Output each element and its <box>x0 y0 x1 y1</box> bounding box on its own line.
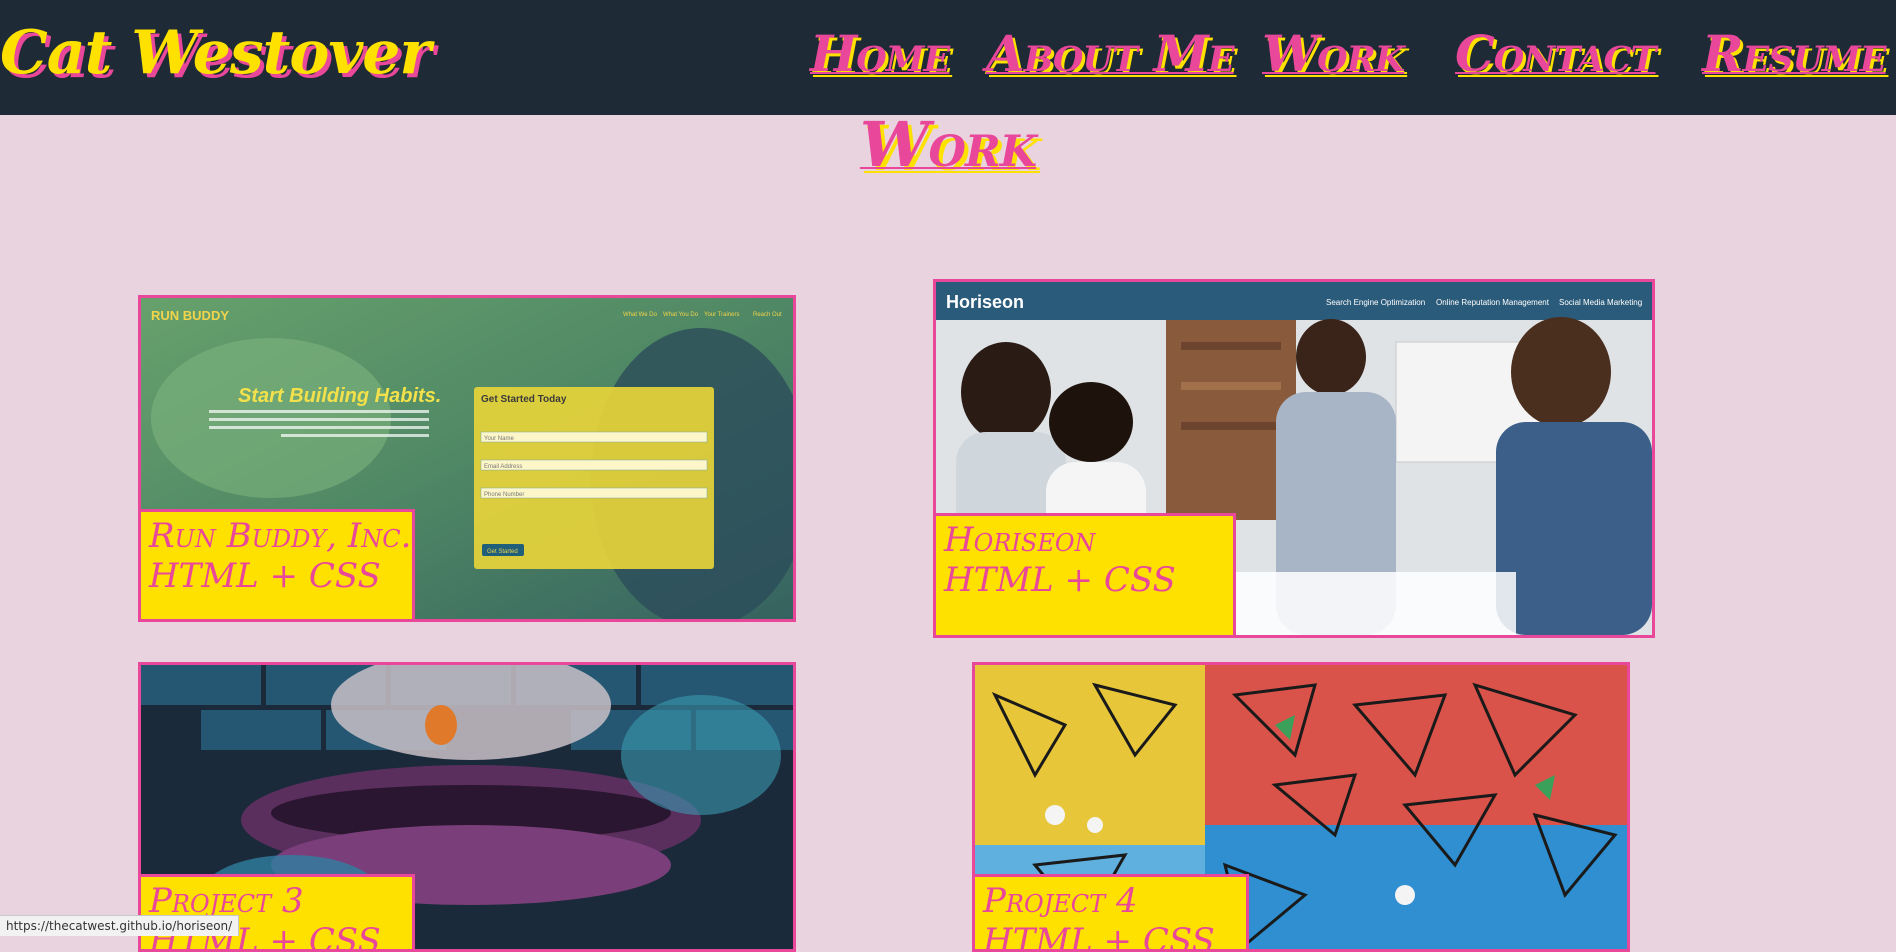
page-title: Work <box>859 108 1037 181</box>
run-buddy-logo: RUN BUDDY <box>151 308 229 323</box>
project-card-run-buddy[interactable]: RUN BUDDY What We Do What You Do Your Tr… <box>138 295 796 622</box>
project-tech: HTML + CSS <box>983 921 1215 952</box>
svg-text:What You Do: What You Do <box>663 312 699 318</box>
site-header: Cat Westover Home About Me Work Contact … <box>0 0 1896 115</box>
project-label: Project 3 HTML + CSS <box>141 874 415 949</box>
project-tech: HTML + CSS <box>944 560 1176 600</box>
project-label: Run Buddy, Inc. HTML + CSS <box>141 509 415 619</box>
main-nav: Home About Me Work Contact Resume <box>0 24 1896 94</box>
project-card-project-3[interactable]: Project 3 HTML + CSS <box>138 662 796 952</box>
nav-home-link[interactable]: Home <box>810 24 950 83</box>
svg-text:Get Started Today: Get Started Today <box>481 394 567 405</box>
svg-text:Your Trainers: Your Trainers <box>704 312 739 318</box>
project-tech: HTML + CSS <box>149 556 381 596</box>
nav-work-link[interactable]: Work <box>1262 24 1405 83</box>
nav-resume-link[interactable]: Resume <box>1702 24 1886 83</box>
project-label: Project 4 HTML + CSS <box>975 874 1249 949</box>
svg-text:Your Name: Your Name <box>484 436 514 442</box>
nav-contact-link[interactable]: Contact <box>1455 24 1656 83</box>
status-bar-url: https://thecatwest.github.io/horiseon/ <box>0 915 240 936</box>
svg-text:Phone Number: Phone Number <box>484 492 524 498</box>
svg-text:Social Media Marketing: Social Media Marketing <box>1559 298 1642 307</box>
svg-text:Email Address: Email Address <box>484 464 522 470</box>
svg-text:Online Reputation Management: Online Reputation Management <box>1436 298 1550 307</box>
project-title: Run Buddy, Inc. <box>149 516 412 556</box>
nav-about-link[interactable]: About Me <box>986 24 1235 83</box>
svg-text:Start Building Habits.: Start Building Habits. <box>238 385 441 407</box>
project-title: Project 4 <box>983 881 1138 921</box>
project-title: Horiseon <box>944 520 1096 560</box>
project-card-horiseon[interactable]: Horiseon Search Engine Optimization Onli… <box>933 279 1655 638</box>
project-card-project-4[interactable]: Project 4 HTML + CSS <box>972 662 1630 952</box>
project-label: Horiseon HTML + CSS <box>936 513 1236 635</box>
svg-text:Reach Out: Reach Out <box>753 312 782 318</box>
svg-text:Search Engine Optimization: Search Engine Optimization <box>1326 298 1425 307</box>
svg-text:Get Started: Get Started <box>487 549 518 555</box>
horiseon-logo: Horiseon <box>946 292 1024 312</box>
svg-text:What We Do: What We Do <box>623 312 658 318</box>
